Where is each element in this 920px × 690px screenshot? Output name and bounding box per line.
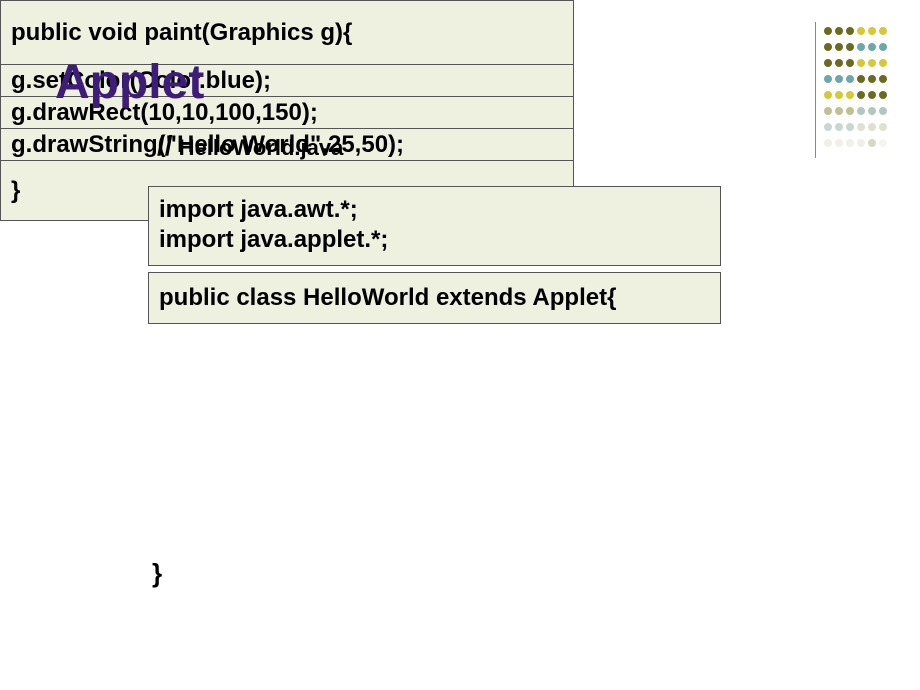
code-box-class-header: public class HelloWorld extends Applet{ [148, 272, 721, 324]
outer-closing-brace: } [152, 558, 162, 589]
decorative-dots [822, 25, 892, 155]
class-declaration-line: public class HelloWorld extends Applet{ [159, 283, 710, 313]
page-title: Applet [55, 55, 204, 110]
comment-filename: HelloWorld.java [173, 135, 344, 160]
divider-line [815, 22, 816, 158]
comment-slashes: // [157, 130, 173, 161]
code-box-imports: import java.awt.*; import java.applet.*; [148, 186, 721, 266]
import-awt-line: import java.awt.*; [159, 195, 710, 225]
comment-line: // HelloWorld.java [157, 130, 343, 162]
import-applet-line: import java.applet.*; [159, 225, 710, 255]
